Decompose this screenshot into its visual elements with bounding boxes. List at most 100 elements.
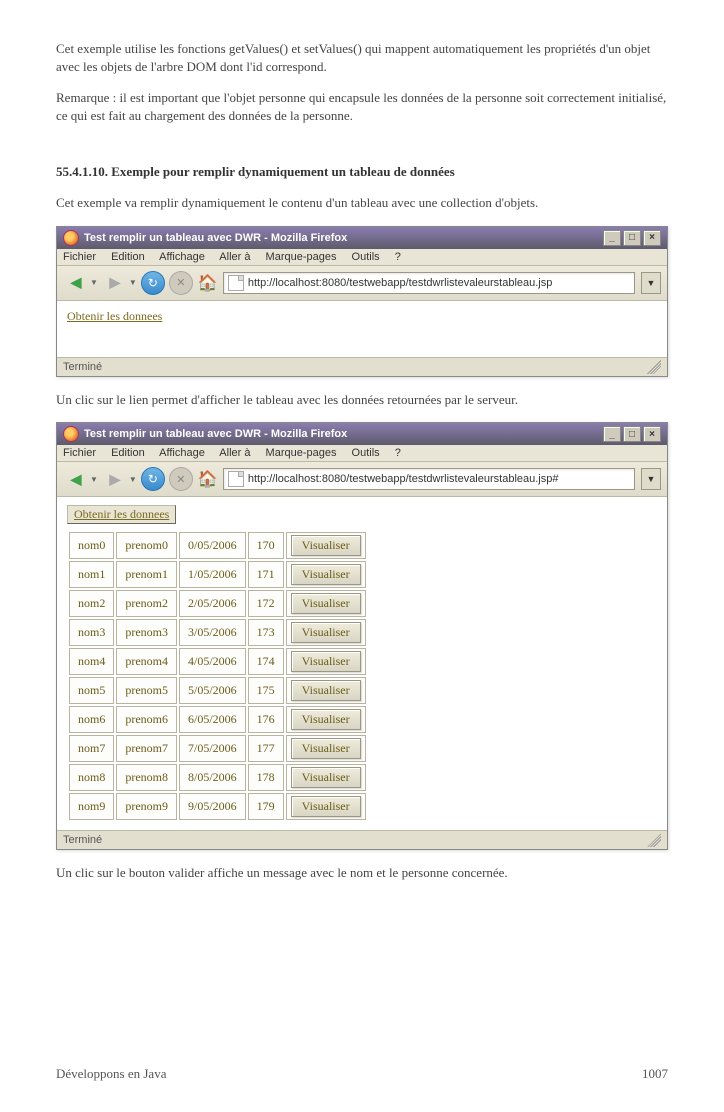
window-title: Test remplir un tableau avec DWR - Mozil…: [84, 428, 347, 440]
visualiser-button[interactable]: Visualiser: [291, 564, 361, 585]
data-table: nom0prenom00/05/2006170Visualisernom1pre…: [67, 530, 368, 822]
cell-val: 176: [248, 706, 284, 733]
cell-date: 3/05/2006: [179, 619, 246, 646]
resize-grip-icon[interactable]: [647, 833, 661, 847]
menu-affichage[interactable]: Affichage: [159, 251, 205, 263]
titlebar[interactable]: Test remplir un tableau avec DWR - Mozil…: [57, 227, 667, 249]
menu-edition[interactable]: Edition: [111, 447, 145, 459]
titlebar[interactable]: Test remplir un tableau avec DWR - Mozil…: [57, 423, 667, 445]
cell-date: 4/05/2006: [179, 648, 246, 675]
cell-nom: nom3: [69, 619, 114, 646]
maximize-button[interactable]: □: [623, 230, 641, 246]
page-content: Obtenir les donnees nom0prenom00/05/2006…: [57, 497, 667, 830]
visualiser-button[interactable]: Visualiser: [291, 709, 361, 730]
resize-grip-icon[interactable]: [647, 360, 661, 374]
cell-nom: nom1: [69, 561, 114, 588]
home-button[interactable]: 🏠: [197, 272, 219, 294]
section-heading: 55.4.1.10. Exemple pour remplir dynamiqu…: [56, 164, 668, 180]
minimize-button[interactable]: _: [603, 230, 621, 246]
toolbar: ◀ ▼ ▶ ▼ ↻ ✕ 🏠 http://localhost:8080/test…: [57, 266, 667, 301]
address-dropdown-icon[interactable]: ▼: [641, 468, 661, 490]
after-windows-text: Un clic sur le bouton valider affiche un…: [56, 864, 668, 882]
visualiser-button[interactable]: Visualiser: [291, 738, 361, 759]
back-dropdown-icon[interactable]: ▼: [90, 278, 98, 287]
menu-aide[interactable]: ?: [395, 251, 401, 263]
cell-val: 174: [248, 648, 284, 675]
minimize-button[interactable]: _: [603, 426, 621, 442]
cell-nom: nom4: [69, 648, 114, 675]
menu-aller-a[interactable]: Aller à: [219, 251, 250, 263]
cell-action: Visualiser: [286, 793, 366, 820]
cell-prenom: prenom6: [116, 706, 177, 733]
cell-action: Visualiser: [286, 735, 366, 762]
visualiser-button[interactable]: Visualiser: [291, 796, 361, 817]
table-row: nom4prenom44/05/2006174Visualiser: [69, 648, 366, 675]
cell-date: 1/05/2006: [179, 561, 246, 588]
cell-nom: nom5: [69, 677, 114, 704]
address-bar[interactable]: http://localhost:8080/testwebapp/testdwr…: [223, 272, 635, 294]
cell-date: 6/05/2006: [179, 706, 246, 733]
menu-aller-a[interactable]: Aller à: [219, 447, 250, 459]
table-row: nom5prenom55/05/2006175Visualiser: [69, 677, 366, 704]
url-text: http://localhost:8080/testwebapp/testdwr…: [248, 277, 630, 289]
visualiser-button[interactable]: Visualiser: [291, 767, 361, 788]
visualiser-button[interactable]: Visualiser: [291, 535, 361, 556]
visualiser-button[interactable]: Visualiser: [291, 622, 361, 643]
cell-val: 172: [248, 590, 284, 617]
page-icon: [228, 275, 244, 291]
cell-action: Visualiser: [286, 677, 366, 704]
cell-date: 8/05/2006: [179, 764, 246, 791]
cell-action: Visualiser: [286, 706, 366, 733]
cell-prenom: prenom8: [116, 764, 177, 791]
obtenir-donnees-button[interactable]: Obtenir les donnees: [67, 505, 176, 524]
intro-paragraph-2: Remarque : il est important que l'objet …: [56, 89, 668, 124]
reload-button[interactable]: ↻: [141, 467, 165, 491]
cell-date: 9/05/2006: [179, 793, 246, 820]
menu-affichage[interactable]: Affichage: [159, 447, 205, 459]
cell-action: Visualiser: [286, 648, 366, 675]
back-button[interactable]: ◀: [63, 466, 89, 492]
address-bar[interactable]: http://localhost:8080/testwebapp/testdwr…: [223, 468, 635, 490]
home-button[interactable]: 🏠: [197, 468, 219, 490]
menu-fichier[interactable]: Fichier: [63, 251, 96, 263]
cell-val: 179: [248, 793, 284, 820]
table-row: nom0prenom00/05/2006170Visualiser: [69, 532, 366, 559]
forward-dropdown-icon: ▼: [129, 475, 137, 484]
back-button[interactable]: ◀: [63, 270, 89, 296]
cell-val: 175: [248, 677, 284, 704]
cell-val: 173: [248, 619, 284, 646]
address-dropdown-icon[interactable]: ▼: [641, 272, 661, 294]
footer-page-number: 1007: [642, 1066, 668, 1082]
menu-outils[interactable]: Outils: [352, 447, 380, 459]
menu-fichier[interactable]: Fichier: [63, 447, 96, 459]
obtenir-donnees-link[interactable]: Obtenir les donnees: [67, 309, 162, 323]
cell-action: Visualiser: [286, 561, 366, 588]
cell-prenom: prenom2: [116, 590, 177, 617]
back-dropdown-icon[interactable]: ▼: [90, 475, 98, 484]
window-title: Test remplir un tableau avec DWR - Mozil…: [84, 232, 347, 244]
table-row: nom7prenom77/05/2006177Visualiser: [69, 735, 366, 762]
cell-val: 171: [248, 561, 284, 588]
visualiser-button[interactable]: Visualiser: [291, 680, 361, 701]
cell-prenom: prenom5: [116, 677, 177, 704]
close-button[interactable]: ×: [643, 230, 661, 246]
reload-button[interactable]: ↻: [141, 271, 165, 295]
section-intro: Cet exemple va remplir dynamiquement le …: [56, 194, 668, 212]
visualiser-button[interactable]: Visualiser: [291, 651, 361, 672]
firefox-icon: [63, 230, 79, 246]
menu-outils[interactable]: Outils: [352, 251, 380, 263]
cell-date: 2/05/2006: [179, 590, 246, 617]
table-row: nom3prenom33/05/2006173Visualiser: [69, 619, 366, 646]
visualiser-button[interactable]: Visualiser: [291, 593, 361, 614]
cell-prenom: prenom7: [116, 735, 177, 762]
url-text: http://localhost:8080/testwebapp/testdwr…: [248, 473, 630, 485]
maximize-button[interactable]: □: [623, 426, 641, 442]
menu-aide[interactable]: ?: [395, 447, 401, 459]
menu-marque-pages[interactable]: Marque-pages: [266, 251, 337, 263]
cell-action: Visualiser: [286, 532, 366, 559]
stop-button: ✕: [169, 271, 193, 295]
menu-marque-pages[interactable]: Marque-pages: [266, 447, 337, 459]
page-footer: Développons en Java 1007: [0, 1066, 724, 1112]
close-button[interactable]: ×: [643, 426, 661, 442]
menu-edition[interactable]: Edition: [111, 251, 145, 263]
